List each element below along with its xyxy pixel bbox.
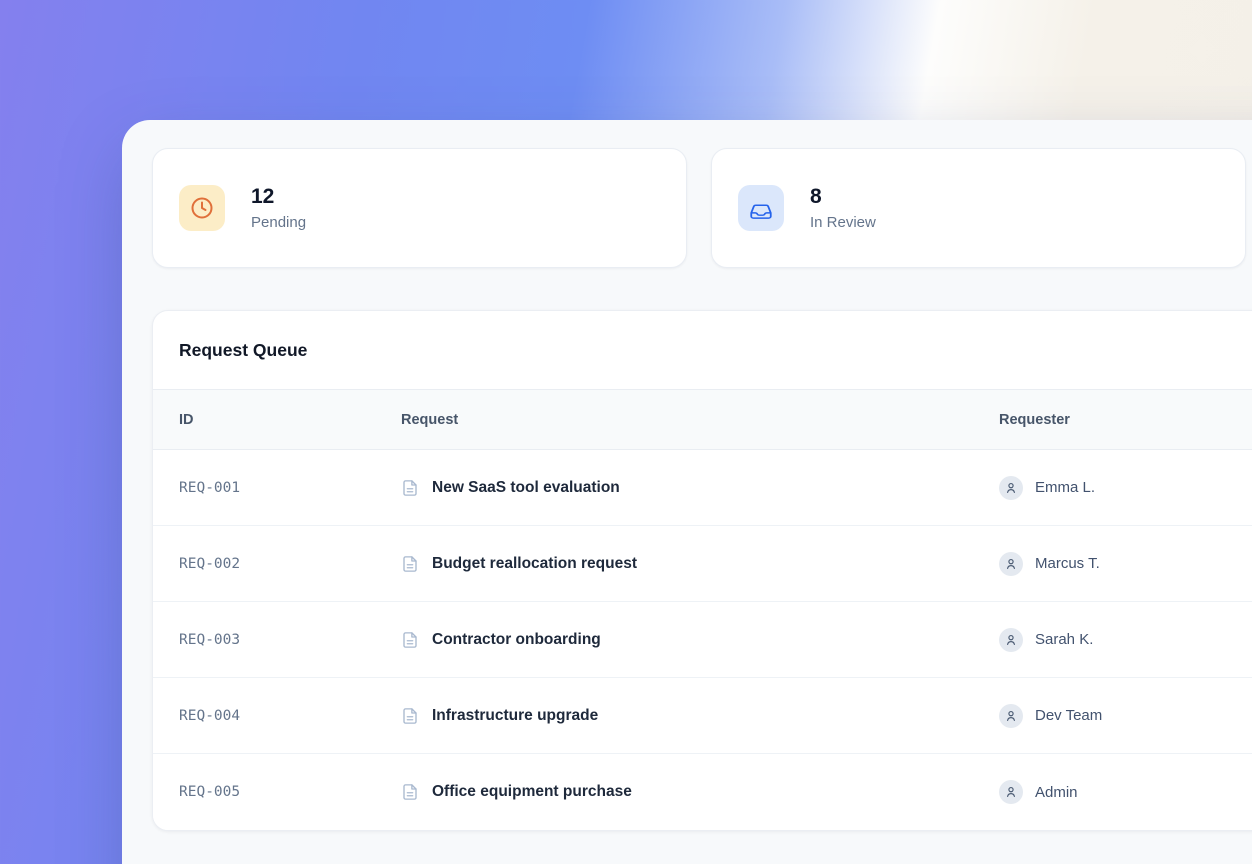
file-text-icon [401,707,419,725]
table-row[interactable]: REQ-005 Office equipment purchase [153,754,1252,830]
main-panel: 12 Pending 8 In Review Request Queue ID … [122,120,1252,864]
file-text-icon [401,479,419,497]
pending-count: 12 [251,185,306,209]
requester-name: Marcus T. [1035,555,1100,572]
column-header-id: ID [179,412,401,428]
table-title: Request Queue [153,311,1252,390]
column-header-requester: Requester [999,412,1252,428]
user-avatar-icon [999,780,1023,804]
requester-name: Emma L. [1035,479,1095,496]
file-text-icon [401,783,419,801]
user-avatar-icon [999,552,1023,576]
table-row[interactable]: REQ-001 New SaaS tool evaluation [153,450,1252,526]
stats-row: 12 Pending 8 In Review [122,120,1252,268]
request-id: REQ-003 [179,632,401,648]
file-text-icon [401,555,419,573]
table-row[interactable]: REQ-002 Budget reallocation request [153,526,1252,602]
request-id: REQ-004 [179,708,401,724]
requester-name: Admin [1035,784,1078,801]
request-title: New SaaS tool evaluation [432,479,620,497]
requester-name: Sarah K. [1035,631,1093,648]
pending-label: Pending [251,214,306,231]
request-id: REQ-001 [179,480,401,496]
user-avatar-icon [999,476,1023,500]
column-header-request: Request [401,412,999,428]
table-header-row: ID Request Requester [153,390,1252,450]
request-title: Office equipment purchase [432,783,632,801]
table-row[interactable]: REQ-003 Contractor onboarding [153,602,1252,678]
request-title: Contractor onboarding [432,631,601,649]
stat-card-in-review: 8 In Review [711,148,1246,268]
request-title: Budget reallocation request [432,555,637,573]
request-queue-card: Request Queue ID Request Requester REQ-0… [152,310,1252,831]
clock-icon [179,185,225,231]
request-id: REQ-002 [179,556,401,572]
request-title: Infrastructure upgrade [432,707,598,725]
in-review-label: In Review [810,214,876,231]
file-text-icon [401,631,419,649]
requester-name: Dev Team [1035,707,1102,724]
table-row[interactable]: REQ-004 Infrastructure upgrade [153,678,1252,754]
in-review-count: 8 [810,185,876,209]
stat-card-pending: 12 Pending [152,148,687,268]
table-body: REQ-001 New SaaS tool evaluation [153,450,1252,830]
user-avatar-icon [999,628,1023,652]
request-id: REQ-005 [179,784,401,800]
inbox-icon [738,185,784,231]
user-avatar-icon [999,704,1023,728]
